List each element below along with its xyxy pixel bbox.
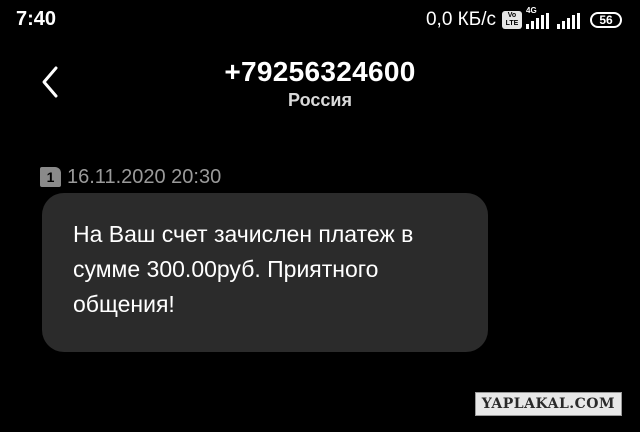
contact-number: +79256324600 — [224, 56, 416, 87]
signal-4g-label: 4G — [526, 6, 537, 15]
message-timestamp: 16.11.2020 20:30 — [67, 165, 222, 188]
signal-bars-2 — [557, 13, 580, 29]
volte-icon: Vo LTE — [502, 11, 522, 29]
signal-icon-sim1: 4G — [526, 6, 549, 29]
message-meta: 1 16.11.2020 20:30 — [40, 166, 221, 188]
signal-icon-sim2 — [557, 11, 580, 29]
status-bar: 7:40 0,0 КБ/с Vo LTE 4G 56 — [0, 0, 640, 40]
watermark-logo: YAPLAKAL.COM — [474, 392, 622, 416]
message-text: На Ваш счет зачислен платеж в сумме 300.… — [73, 221, 414, 317]
contact-region: Россия — [288, 90, 352, 110]
signal-bars-1 — [526, 13, 549, 29]
network-speed: 0,0 КБ/с — [425, 9, 496, 30]
status-time: 7:40 — [16, 8, 57, 30]
battery-icon: 56 — [590, 12, 622, 28]
sim-icon: 1 — [40, 167, 61, 187]
message-bubble[interactable]: На Ваш счет зачислен платеж в сумме 300.… — [42, 193, 488, 352]
status-indicators: 0,0 КБ/с Vo LTE 4G 56 — [425, 6, 622, 32]
